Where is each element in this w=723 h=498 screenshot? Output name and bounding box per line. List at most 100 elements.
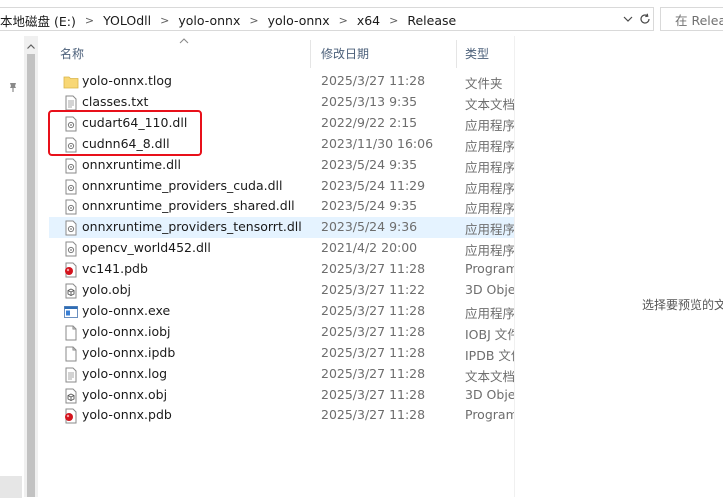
navigation-pane[interactable] [0, 36, 24, 498]
search-input[interactable]: 在 Release [660, 7, 723, 31]
file-name: onnxruntime_providers_tensorrt.dll [82, 219, 302, 235]
file-name: opencv_world452.dll [82, 240, 211, 256]
file-name: yolo-onnx.log [82, 365, 168, 381]
file-row[interactable]: onnxruntime_providers_shared.dll 2023/5/2… [49, 196, 514, 217]
breadcrumb-yolo-onnx-1[interactable]: yolo-onnx [174, 13, 244, 28]
preview-pane: 选择要预览的文件。 [515, 36, 723, 497]
file-date: 2023/5/24 9:36 [321, 219, 418, 235]
file-date: 2021/4/2 20:00 [321, 240, 418, 256]
preview-message: 选择要预览的文件。 [642, 298, 723, 312]
file-name: yolo.obj [82, 282, 131, 297]
file-date: 2025/3/27 11:22 [321, 282, 426, 297]
breadcrumb-yolodll[interactable]: YOLOdll [99, 13, 155, 28]
dll-file-icon [63, 199, 79, 215]
file-date: 2025/3/27 11:28 [321, 73, 426, 88]
pin-icon[interactable] [7, 81, 19, 93]
breadcrumb-separator: > [84, 13, 95, 27]
file-type: 应用程序扩展 [465, 159, 514, 175]
file-type: 应用程序扩展 [465, 243, 514, 259]
breadcrumb-x64[interactable]: x64 [353, 13, 384, 28]
scroll-up-button[interactable] [24, 40, 38, 52]
nav-item-highlight[interactable] [0, 476, 22, 498]
column-divider[interactable] [310, 40, 311, 68]
column-header-row: 名称 修改日期 类型 [38, 36, 514, 69]
file-row[interactable]: yolo-onnx.obj 2025/3/27 11:28 3D Object [49, 385, 514, 406]
file-row[interactable]: yolo-onnx.tlog 2025/3/27 11:28 文件夹 [49, 71, 514, 92]
file-name: cudart64_110.dll [82, 114, 188, 130]
file-date: 2023/5/24 9:35 [321, 198, 418, 214]
file-row[interactable]: onnxruntime.dll 2023/5/24 9:35 应用程序扩展 [49, 155, 514, 176]
chevron-down-icon [623, 16, 633, 22]
file-date: 2025/3/27 11:28 [321, 261, 426, 277]
file-type: Program Debug Database [465, 407, 514, 423]
pdb-file-icon [63, 262, 79, 278]
file-row[interactable]: onnxruntime_providers_tensorrt.dll 2023/5… [49, 217, 514, 239]
file-date: 2023/5/24 11:29 [321, 177, 426, 193]
file-row[interactable]: yolo-onnx.iobj 2025/3/27 11:28 IOBJ 文件 [49, 322, 514, 343]
file-date: 2025/3/27 11:28 [321, 344, 426, 360]
file-list[interactable]: 名称 修改日期 类型 yolo-onnx.tlog 2025/3/27 11:28… [38, 36, 514, 497]
file-type: 3D Object [465, 282, 514, 297]
file-row[interactable]: yolo-onnx.log 2025/3/27 11:28 文本文档 [49, 364, 514, 385]
file-row[interactable]: yolo-onnx.ipdb 2025/3/27 11:28 IPDB 文件 [49, 343, 514, 364]
breadcrumb-release[interactable]: Release [403, 13, 460, 28]
file-name: yolo-onnx.obj [82, 386, 168, 402]
pdb-file-icon [63, 408, 79, 424]
breadcrumb-separator: > [249, 13, 259, 27]
file-date: 2022/9/22 2:15 [321, 114, 418, 130]
dll-file-icon [63, 158, 79, 174]
file-type: Program Debug Database [465, 261, 514, 277]
file-row[interactable]: classes.txt 2025/3/13 9:35 文本文档 [49, 92, 514, 113]
file-type: 应用程序扩展 [465, 180, 514, 196]
blank-file-icon [63, 346, 79, 362]
column-header-name[interactable]: 名称 [60, 43, 84, 63]
file-date: 2025/3/27 11:28 [321, 302, 426, 318]
exe-file-icon [63, 304, 79, 320]
dll-file-icon [63, 220, 79, 236]
file-name: yolo-onnx.tlog [82, 73, 172, 88]
breadcrumb-separator: > [160, 13, 170, 27]
file-name: onnxruntime.dll [82, 156, 181, 172]
nav-scrollbar-thumb[interactable] [27, 54, 35, 497]
file-row[interactable]: cudnn64_8.dll 2023/11/30 16:06 应用程序扩展 [49, 134, 514, 155]
file-type: 文本文档 [465, 368, 514, 384]
dll-file-icon [63, 241, 79, 257]
chevron-up-icon [27, 43, 35, 49]
breadcrumb-drive[interactable]: 本地磁盘 (E:) [0, 11, 80, 30]
column-header-type[interactable]: 类型 [465, 43, 489, 63]
obj-file-icon [63, 388, 79, 404]
file-type: 文本文档 [465, 96, 514, 112]
file-name: classes.txt [82, 93, 149, 109]
column-header-date[interactable]: 修改日期 [321, 43, 369, 63]
file-row[interactable]: vc141.pdb 2025/3/27 11:28 Program Debug Da… [49, 259, 514, 280]
dll-file-icon [63, 179, 79, 195]
refresh-icon [640, 13, 650, 24]
file-row[interactable]: yolo-onnx.pdb 2025/3/27 11:28 Program Debu… [49, 405, 514, 426]
breadcrumb-separator: > [389, 13, 399, 27]
refresh-button[interactable] [636, 10, 654, 28]
file-date: 2025/3/27 11:28 [321, 407, 426, 423]
file-date: 2025/3/13 9:35 [321, 93, 418, 109]
file-name: yolo-onnx.exe [82, 302, 171, 318]
address-history-button[interactable] [620, 10, 636, 28]
text-file-icon [63, 95, 79, 111]
blank-file-icon [63, 325, 79, 341]
file-type: IPDB 文件 [465, 347, 514, 363]
file-type: 应用程序扩展 [465, 117, 514, 133]
folder-icon [63, 74, 79, 90]
file-name: vc141.pdb [82, 261, 148, 277]
dll-file-icon [63, 137, 79, 153]
breadcrumb-yolo-onnx-2[interactable]: yolo-onnx [264, 13, 334, 28]
file-name: yolo-onnx.pdb [82, 407, 172, 423]
file-row[interactable]: onnxruntime_providers_cuda.dll 2023/5/24 … [49, 176, 514, 197]
breadcrumb[interactable]: 本地磁盘 (E:) > YOLOdll > yolo-onnx > yolo-o… [0, 11, 460, 29]
column-divider[interactable] [456, 40, 457, 68]
file-row[interactable]: opencv_world452.dll 2021/4/2 20:00 应用程序扩展 [49, 238, 514, 259]
file-type: 3D Object [465, 386, 514, 402]
file-name: cudnn64_8.dll [82, 135, 170, 151]
file-row[interactable]: yolo-onnx.exe 2025/3/27 11:28 应用程序 [49, 301, 514, 322]
file-type: 应用程序 [465, 305, 514, 321]
file-type: 应用程序扩展 [465, 201, 514, 217]
file-row[interactable]: cudart64_110.dll 2022/9/22 2:15 应用程序扩展 [49, 113, 514, 134]
file-row[interactable]: yolo.obj 2025/3/27 11:22 3D Object [49, 280, 514, 301]
